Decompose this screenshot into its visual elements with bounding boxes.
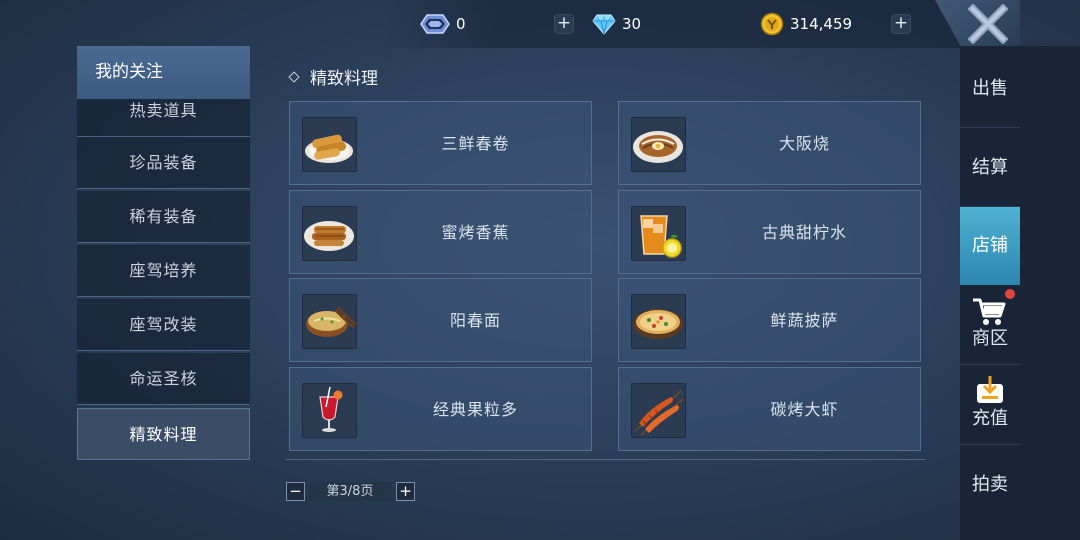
category-item[interactable]: 稀有装备 — [77, 191, 250, 243]
prev-page-button[interactable]: − — [286, 482, 305, 501]
tab-recharge[interactable]: 充值 — [960, 366, 1020, 444]
fruit-cocktail-icon — [302, 383, 357, 438]
item-card[interactable]: 碳烤大虾 — [618, 367, 921, 451]
category-item[interactable]: 座驾改装 — [77, 299, 250, 351]
item-name: 蜜烤香蕉 — [441, 223, 510, 242]
section-title-text: 精致料理 — [310, 69, 378, 89]
item-name: 古典甜柠水 — [761, 223, 847, 242]
tab-label: 拍卖 — [972, 474, 1008, 495]
tab-label: 商区 — [972, 328, 1008, 349]
noodle-soup-icon — [302, 294, 357, 349]
currency-diamond: 30 — [592, 0, 641, 48]
gold-coin-icon — [760, 12, 784, 36]
currency-gold: 314,459 — [760, 0, 852, 48]
category-item[interactable]: 座驾培养 — [77, 245, 250, 297]
section-title: 精致料理 — [288, 64, 378, 89]
spring-roll-icon — [302, 117, 357, 172]
tab-label: 店铺 — [972, 235, 1008, 256]
diamond-icon — [592, 14, 616, 35]
category-item[interactable]: 命运圣核 — [77, 353, 250, 405]
item-card[interactable]: 鲜蔬披萨 — [618, 278, 921, 362]
tab-sell[interactable]: 出售 — [960, 50, 1020, 128]
item-card[interactable]: 蜜烤香蕉 — [289, 190, 592, 274]
gold-amount: 314,459 — [790, 15, 853, 33]
tab-auction[interactable]: 拍卖 — [960, 446, 1020, 524]
category-header-my-follow[interactable]: 我的关注 — [77, 46, 250, 99]
next-page-button[interactable]: + — [396, 482, 415, 501]
item-name: 阳春面 — [449, 311, 501, 330]
tab-separator — [960, 444, 1020, 445]
item-card[interactable]: 大阪烧 — [618, 101, 921, 185]
recharge-icon — [977, 376, 1003, 403]
item-card[interactable]: 三鲜春卷 — [289, 101, 592, 185]
item-card[interactable]: 经典果粒多 — [289, 367, 592, 451]
currency-crystal: 0 — [420, 0, 466, 48]
item-name: 三鲜春卷 — [441, 134, 510, 153]
grilled-shrimp-icon — [631, 383, 686, 438]
close-icon[interactable] — [968, 4, 1008, 44]
crystal-icon — [420, 14, 450, 34]
category-item-active[interactable]: 精致料理 — [77, 408, 250, 460]
item-card[interactable]: 古典甜柠水 — [618, 190, 921, 274]
currency-bar: 0 + 30 314,459 + — [0, 0, 960, 48]
tab-label: 充值 — [972, 408, 1008, 429]
okonomiyaki-icon — [631, 117, 686, 172]
lemonade-icon — [631, 206, 686, 261]
tab-label: 结算 — [972, 157, 1008, 178]
page-indicator: 第3/8页 — [309, 482, 391, 501]
item-name: 鲜蔬披萨 — [770, 311, 839, 330]
category-item[interactable]: 珍品装备 — [77, 137, 250, 189]
tab-settle[interactable]: 结算 — [960, 129, 1020, 207]
gold-add-button[interactable]: + — [891, 14, 911, 34]
category-panel: 我的关注 热卖道具 珍品装备 稀有装备 座驾培养 座驾改装 命运圣核 精致料理 — [77, 46, 250, 460]
item-name: 经典果粒多 — [432, 400, 518, 419]
tab-separator — [960, 127, 1020, 128]
notification-badge — [1005, 289, 1015, 299]
item-name: 碳烤大虾 — [770, 400, 839, 419]
crystal-add-button[interactable]: + — [554, 14, 574, 34]
item-card[interactable]: 阳春面 — [289, 278, 592, 362]
tab-separator — [960, 364, 1020, 365]
diamond-amount: 30 — [622, 15, 642, 33]
bullet-diamond-icon — [288, 70, 300, 83]
cart-icon — [973, 298, 1006, 325]
roasted-banana-icon — [302, 206, 357, 261]
tab-label: 出售 — [972, 78, 1008, 99]
tab-shop[interactable]: 店铺 — [960, 207, 1020, 285]
item-name: 大阪烧 — [778, 134, 830, 153]
crystal-amount: 0 — [456, 15, 466, 33]
category-item[interactable]: 热卖道具 — [77, 99, 250, 137]
currency-bar-background — [380, 0, 960, 48]
grid-divider — [286, 459, 926, 460]
pizza-icon — [631, 294, 686, 349]
